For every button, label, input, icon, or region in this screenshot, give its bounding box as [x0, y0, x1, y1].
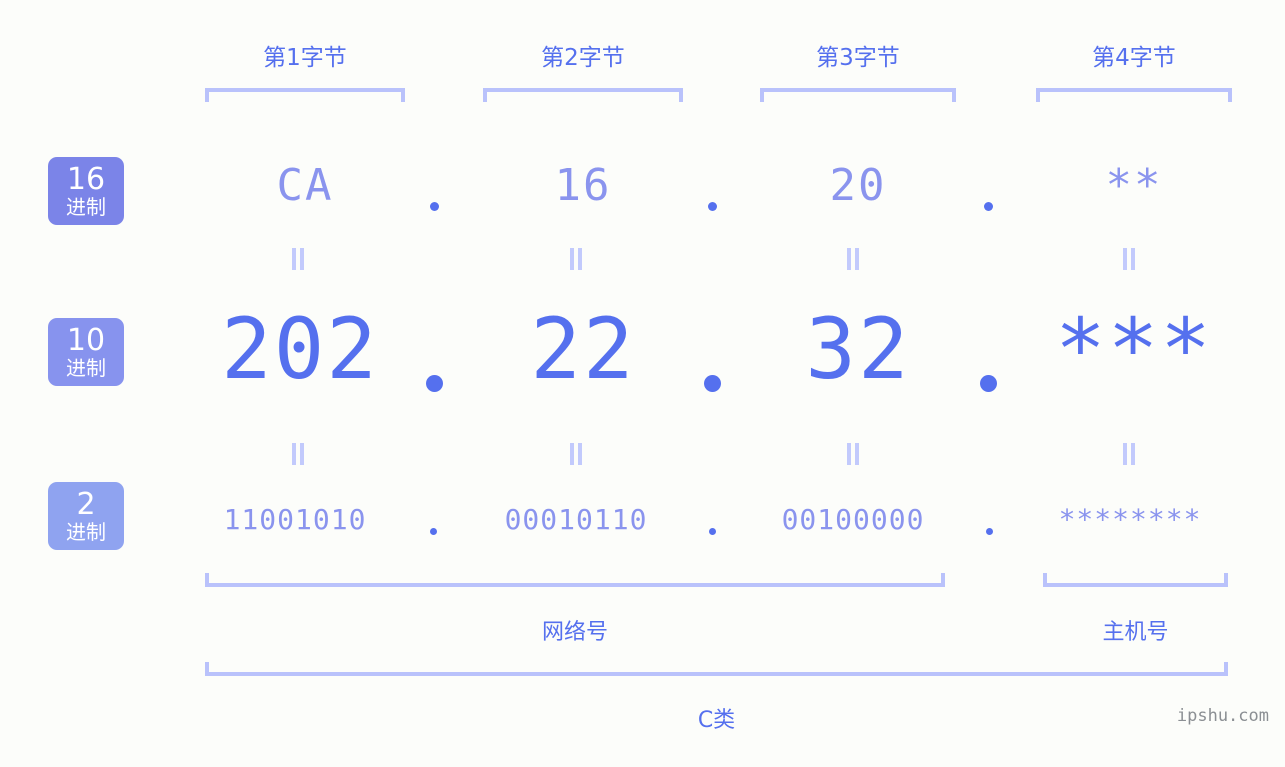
decimal-octet-1: 202	[221, 300, 379, 398]
host-label-text: 主机号	[1102, 620, 1169, 645]
base-badge-binary: 2 进制	[48, 482, 124, 550]
binary-octet-3: 00100000	[781, 503, 925, 536]
hex-separator-dot-3	[984, 202, 993, 211]
equals-dec-bin-1	[291, 443, 305, 465]
class-bracket	[205, 662, 1228, 676]
binary-separator-dot-3	[986, 528, 993, 535]
binary-separator-dot-1	[430, 528, 437, 535]
network-label-text: 网络号	[541, 620, 608, 645]
byte-header-1-label: 第1字节	[263, 45, 347, 71]
byte-bracket-2	[483, 88, 683, 102]
ip-address-breakdown-diagram: 第1字节 第2字节 第3字节 第4字节 16 进制 10 进制 2 进制 CA …	[0, 0, 1285, 767]
class-label-text: C类	[697, 708, 736, 733]
decimal-separator-dot-3	[980, 375, 997, 392]
base-badge-hexadecimal: 16 进制	[48, 157, 124, 225]
byte-header-1: 第1字节	[205, 38, 405, 72]
base-badge-binary-number: 2	[76, 487, 96, 522]
byte-header-3: 第3字节	[760, 38, 956, 72]
network-bracket	[205, 573, 945, 587]
base-badge-decimal-unit: 进制	[66, 356, 106, 380]
hex-octet-1: CA	[276, 160, 334, 211]
hex-octet-4: **	[1105, 160, 1163, 211]
byte-bracket-3	[760, 88, 956, 102]
hex-separator-dot-1	[430, 202, 439, 211]
hex-separator-dot-2	[708, 202, 717, 211]
byte-bracket-1	[205, 88, 405, 102]
binary-separator-dot-2	[709, 528, 716, 535]
equals-hex-dec-1	[291, 248, 305, 270]
equals-hex-dec-2	[569, 248, 583, 270]
host-label: 主机号	[1043, 614, 1228, 646]
byte-header-2-label: 第2字节	[541, 45, 625, 71]
host-bracket	[1043, 573, 1228, 587]
equals-dec-bin-4	[1122, 443, 1136, 465]
binary-octet-2: 00010110	[504, 503, 648, 536]
equals-dec-bin-2	[569, 443, 583, 465]
decimal-separator-dot-2	[704, 375, 721, 392]
equals-dec-bin-3	[846, 443, 860, 465]
decimal-octet-2: 22	[530, 300, 636, 398]
decimal-separator-dot-1	[426, 375, 443, 392]
base-badge-binary-unit: 进制	[66, 520, 106, 544]
decimal-octet-3: 32	[805, 300, 911, 398]
hex-octet-3: 20	[829, 160, 887, 211]
byte-header-4: 第4字节	[1036, 38, 1232, 72]
base-badge-hexadecimal-number: 16	[66, 162, 106, 197]
binary-octet-1: 11001010	[223, 503, 367, 536]
byte-bracket-4	[1036, 88, 1232, 102]
binary-octet-4: ********	[1058, 503, 1202, 536]
watermark: ipshu.com	[1176, 706, 1269, 726]
base-badge-decimal-number: 10	[66, 323, 106, 358]
byte-header-4-label: 第4字节	[1092, 45, 1176, 71]
base-badge-decimal: 10 进制	[48, 318, 124, 386]
byte-header-3-label: 第3字节	[816, 45, 900, 71]
byte-header-2: 第2字节	[483, 38, 683, 72]
network-label: 网络号	[205, 614, 945, 646]
equals-hex-dec-3	[846, 248, 860, 270]
base-badge-hexadecimal-unit: 进制	[66, 195, 106, 219]
hex-octet-2: 16	[554, 160, 612, 211]
class-label: C类	[205, 702, 1228, 734]
decimal-octet-4: ***	[1055, 300, 1213, 398]
equals-hex-dec-4	[1122, 248, 1136, 270]
